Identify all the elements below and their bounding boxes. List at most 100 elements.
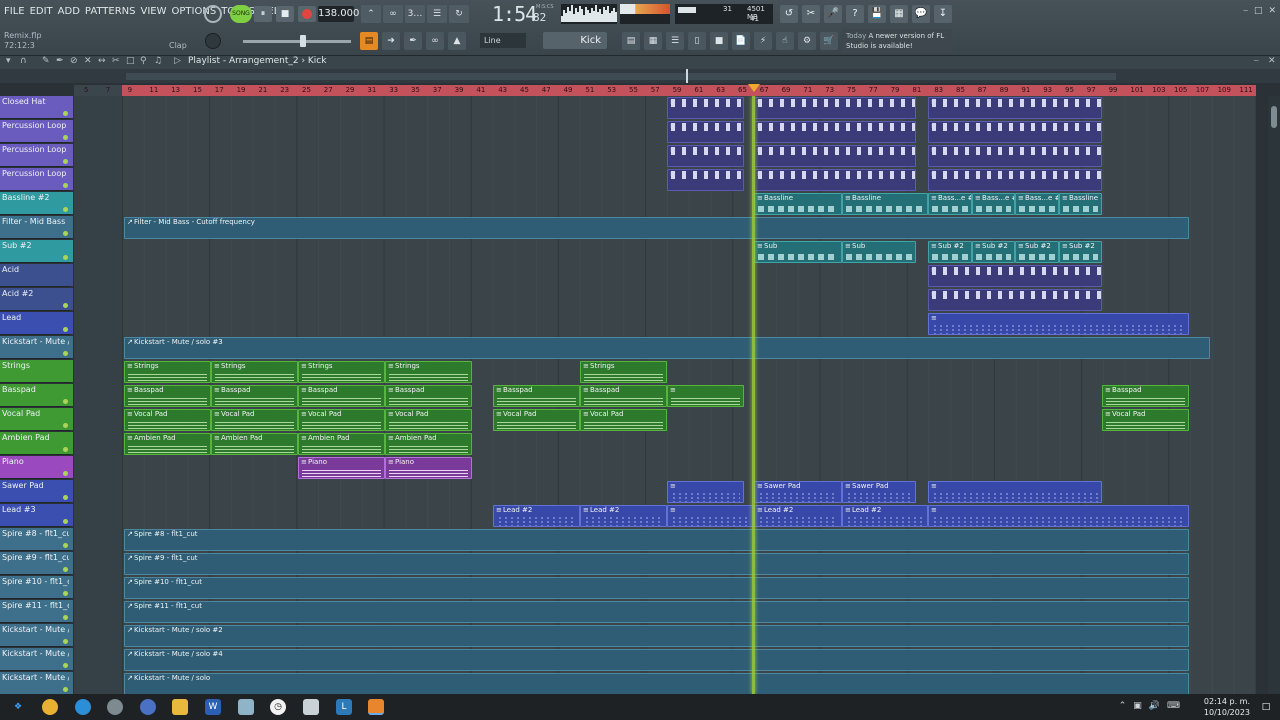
select-icon[interactable]: □ bbox=[126, 56, 135, 66]
metronome-button[interactable]: ⌃ bbox=[361, 5, 381, 23]
pattern-clip[interactable]: Sub #2 bbox=[972, 241, 1015, 263]
arrangement-icon[interactable]: ▷ bbox=[174, 56, 181, 66]
automation-clip[interactable]: Kickstart - Mute / solo bbox=[124, 673, 1189, 694]
tray-chevron-icon[interactable]: ⌃ bbox=[1119, 701, 1127, 711]
track-color-tab[interactable] bbox=[69, 456, 73, 478]
pattern-clip[interactable] bbox=[928, 169, 1102, 191]
pattern-clip[interactable] bbox=[754, 169, 916, 191]
snap-toggle-button[interactable]: ▤ bbox=[360, 32, 378, 50]
pattern-clip[interactable]: Lead #2 bbox=[580, 505, 667, 527]
link-icon[interactable]: ∞ bbox=[426, 32, 444, 50]
track-header[interactable]: Percussion Loop #3 bbox=[0, 168, 70, 191]
track-active-led-icon[interactable] bbox=[63, 495, 68, 500]
pattern-clip[interactable]: Bassline bbox=[842, 193, 928, 215]
playlist-close-icon[interactable]: ✕ bbox=[1268, 56, 1276, 66]
brush-icon[interactable]: ✒ bbox=[56, 56, 64, 66]
menu-patterns[interactable]: PATTERNS bbox=[85, 6, 136, 17]
pattern-clip[interactable]: Sub #2 bbox=[1015, 241, 1059, 263]
track-active-led-icon[interactable] bbox=[63, 423, 68, 428]
track-color-tab[interactable] bbox=[69, 552, 73, 574]
pause-button[interactable]: ⏸ bbox=[254, 6, 272, 22]
pattern-clip[interactable]: Strings bbox=[211, 361, 298, 383]
track-header[interactable]: Sub #2 bbox=[0, 240, 70, 263]
track-header[interactable]: Spire #8 - flt1_cut bbox=[0, 528, 70, 551]
track-active-led-icon[interactable] bbox=[63, 111, 68, 116]
tempo-tap-icon[interactable]: ⚙ bbox=[798, 32, 816, 50]
track-active-led-icon[interactable] bbox=[63, 351, 68, 356]
pitch-knob[interactable] bbox=[205, 33, 221, 49]
minimize-icon[interactable]: ⎯ bbox=[1243, 6, 1248, 16]
browser-icon[interactable]: 📄 bbox=[732, 32, 750, 50]
track-color-tab[interactable] bbox=[69, 528, 73, 550]
pattern-clip[interactable]: Ambien Pad bbox=[385, 433, 472, 455]
track-color-tab[interactable] bbox=[69, 264, 73, 286]
pattern-clip[interactable]: Vocal Pad bbox=[580, 409, 667, 431]
loop-record-button[interactable]: ↻ bbox=[449, 5, 469, 23]
playhead-marker[interactable] bbox=[748, 84, 760, 92]
pattern-clip[interactable]: Bassline bbox=[754, 193, 842, 215]
pattern-clip[interactable]: Bass...e #2 bbox=[972, 193, 1015, 215]
track-header[interactable]: Kickstart - Mute / bbox=[0, 648, 70, 671]
pattern-clip[interactable]: Sub #2 bbox=[1059, 241, 1102, 263]
automation-clip[interactable]: Kickstart - Mute / solo #2 bbox=[124, 625, 1189, 647]
track-active-led-icon[interactable] bbox=[63, 519, 68, 524]
track-header[interactable]: Basspad bbox=[0, 384, 70, 407]
automation-clip[interactable]: Filter - Mid Bass - Cutoff frequency bbox=[124, 217, 1189, 239]
pattern-clip[interactable] bbox=[667, 145, 744, 167]
track-header[interactable]: Ambien Pad bbox=[0, 432, 70, 455]
track-active-led-icon[interactable] bbox=[63, 207, 68, 212]
news-panel[interactable]: Today A newer version of FL Studio is av… bbox=[842, 29, 952, 53]
slip-icon[interactable]: ↔ bbox=[98, 56, 106, 66]
time-ruler[interactable]: 5 7 9 11 13 15 17 19 21 23 25 27 29 31 33 35 37 39 41 43 45 4… bbox=[84, 85, 1256, 96]
track-header[interactable]: Lead #3 bbox=[0, 504, 70, 527]
track-header[interactable]: Acid bbox=[0, 264, 70, 287]
pattern-clip[interactable]: Sub #2 bbox=[928, 241, 972, 263]
track-active-led-icon[interactable] bbox=[63, 543, 68, 548]
chrome-icon[interactable] bbox=[42, 699, 58, 715]
track-header[interactable]: Percussion Loop bbox=[0, 120, 70, 143]
delete-icon[interactable]: ✕ bbox=[84, 56, 92, 66]
pattern-clip[interactable] bbox=[928, 97, 1102, 119]
track-color-tab[interactable] bbox=[69, 648, 73, 670]
vertical-scrollbar[interactable] bbox=[1268, 96, 1280, 694]
zoom-icon[interactable]: ⚲ bbox=[140, 56, 147, 66]
playlist-icon[interactable]: ▤ bbox=[622, 32, 640, 50]
track-active-led-icon[interactable] bbox=[63, 639, 68, 644]
track-header[interactable]: Lead bbox=[0, 312, 70, 335]
track-color-tab[interactable] bbox=[69, 384, 73, 406]
notes-icon[interactable] bbox=[238, 699, 254, 715]
track-color-tab[interactable] bbox=[69, 144, 73, 166]
notifications-icon[interactable]: □ bbox=[1258, 699, 1274, 715]
step-edit-button[interactable]: ☰ bbox=[427, 5, 447, 23]
menu-file[interactable]: FILE bbox=[4, 6, 25, 17]
track-color-tab[interactable] bbox=[69, 624, 73, 646]
pattern-clip[interactable] bbox=[928, 121, 1102, 143]
pattern-clip[interactable]: Vocal Pad bbox=[385, 409, 472, 431]
pattern-clip[interactable]: Sawer Pad bbox=[754, 481, 842, 503]
track-color-tab[interactable] bbox=[69, 168, 73, 190]
track-color-tab[interactable] bbox=[69, 336, 73, 358]
pattern-clip[interactable] bbox=[754, 121, 916, 143]
fl-studio-taskbar-icon[interactable] bbox=[368, 699, 384, 715]
track-active-led-icon[interactable] bbox=[63, 159, 68, 164]
pattern-clip[interactable]: Piano bbox=[298, 457, 385, 479]
pattern-clip[interactable]: Lead #2 bbox=[493, 505, 580, 527]
track-active-led-icon[interactable] bbox=[63, 255, 68, 260]
track-active-led-icon[interactable] bbox=[63, 447, 68, 452]
track-header[interactable]: Sawer Pad bbox=[0, 480, 70, 503]
track-color-tab[interactable] bbox=[69, 672, 73, 694]
pattern-clip[interactable] bbox=[667, 505, 754, 527]
playlist-minimize-icon[interactable]: ⎯ bbox=[1254, 56, 1259, 66]
pattern-clip[interactable]: Basspad bbox=[211, 385, 298, 407]
track-active-led-icon[interactable] bbox=[63, 327, 68, 332]
track-active-led-icon[interactable] bbox=[63, 567, 68, 572]
pattern-clip[interactable] bbox=[928, 289, 1102, 311]
track-active-led-icon[interactable] bbox=[63, 471, 68, 476]
pattern-clip[interactable]: Vocal Pad bbox=[211, 409, 298, 431]
app-icon[interactable] bbox=[107, 699, 123, 715]
track-color-tab[interactable] bbox=[69, 480, 73, 502]
track-header[interactable]: Kickstart - Mute / bbox=[0, 624, 70, 647]
pattern-clip[interactable]: Bass...e #2 bbox=[1015, 193, 1059, 215]
automation-clip[interactable]: Spire #11 - flt1_cut bbox=[124, 601, 1189, 623]
pattern-clip[interactable]: Strings bbox=[385, 361, 472, 383]
